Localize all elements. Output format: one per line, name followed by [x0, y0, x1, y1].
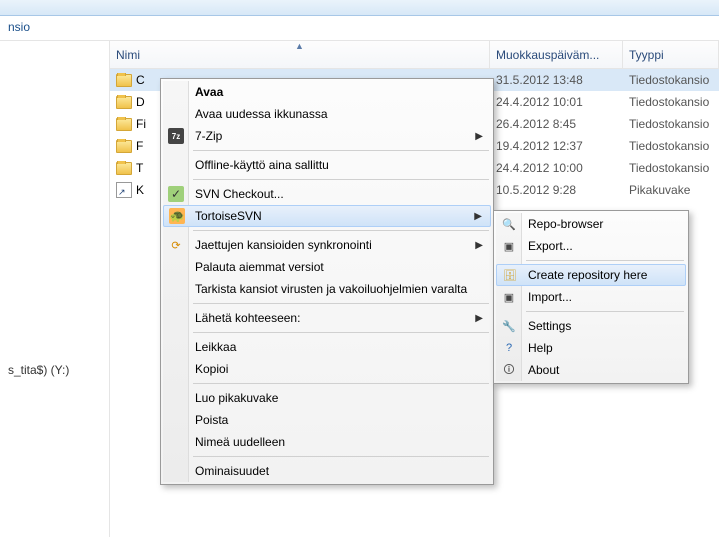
- menu-item-open-new-window[interactable]: Avaa uudessa ikkunassa: [163, 103, 491, 125]
- menu-item-tortoisesvn[interactable]: 🐢 TortoiseSVN ▶: [163, 205, 491, 227]
- help-icon: ?: [501, 340, 517, 356]
- sort-ascending-icon: ▲: [295, 41, 304, 51]
- navigation-sidebar: s_tita$) (Y:): [0, 41, 110, 537]
- folder-icon: [116, 140, 132, 153]
- svn-checkout-icon: ✓: [168, 186, 184, 202]
- about-icon: 🛈: [501, 362, 517, 378]
- breadcrumb[interactable]: nsio: [0, 16, 719, 40]
- column-header-modified[interactable]: Muokkauspäiväm...: [490, 41, 623, 68]
- file-name: D: [136, 95, 145, 109]
- submenu-arrow-icon: ▶: [475, 240, 483, 251]
- menu-item-help[interactable]: ? Help: [496, 337, 686, 359]
- menu-item-shared-sync[interactable]: ⟳ Jaettujen kansioiden synkronointi ▶: [163, 234, 491, 256]
- settings-icon: 🔧: [501, 318, 517, 334]
- submenu-arrow-icon: ▶: [475, 131, 483, 142]
- menu-separator: [193, 456, 489, 457]
- file-type: Pikakuvake: [623, 183, 719, 197]
- menu-item-virus-scan[interactable]: Tarkista kansiot virusten ja vakoiluohje…: [163, 278, 491, 300]
- file-name: K: [136, 183, 144, 197]
- tortoisesvn-submenu: 🔍 Repo-browser ▣ Export... 🗄 Create repo…: [493, 210, 689, 384]
- menu-item-about[interactable]: 🛈 About: [496, 359, 686, 381]
- menu-item-properties[interactable]: Ominaisuudet: [163, 460, 491, 482]
- file-modified: 10.5.2012 9:28: [490, 183, 623, 197]
- menu-item-create-shortcut[interactable]: Luo pikakuvake: [163, 387, 491, 409]
- file-name: C: [136, 73, 145, 87]
- file-name: Fi: [136, 117, 146, 131]
- folder-icon: [116, 96, 132, 109]
- file-modified: 31.5.2012 13:48: [490, 73, 623, 87]
- menu-item-import[interactable]: ▣ Import...: [496, 286, 686, 308]
- menu-item-7zip[interactable]: 7z 7-Zip ▶: [163, 125, 491, 147]
- import-icon: ▣: [501, 289, 517, 305]
- menu-item-repo-browser[interactable]: 🔍 Repo-browser: [496, 213, 686, 235]
- create-repo-icon: 🗄: [502, 267, 518, 283]
- submenu-arrow-icon: ▶: [475, 313, 483, 324]
- menu-separator: [193, 150, 489, 151]
- menu-separator: [193, 179, 489, 180]
- folder-icon: [116, 74, 132, 87]
- menu-separator: [193, 332, 489, 333]
- shortcut-icon: [116, 182, 132, 198]
- menu-item-export[interactable]: ▣ Export...: [496, 235, 686, 257]
- menu-item-offline[interactable]: Offline-käyttö aina sallittu: [163, 154, 491, 176]
- menu-item-open[interactable]: Avaa: [163, 81, 491, 103]
- menu-separator: [526, 311, 684, 312]
- repo-browser-icon: 🔍: [501, 216, 517, 232]
- menu-item-rename[interactable]: Nimeä uudelleen: [163, 431, 491, 453]
- window-titlebar: [0, 0, 719, 16]
- sync-icon: ⟳: [168, 237, 184, 253]
- menu-item-delete[interactable]: Poista: [163, 409, 491, 431]
- file-type: Tiedostokansio: [623, 73, 719, 87]
- file-modified: 19.4.2012 12:37: [490, 139, 623, 153]
- menu-item-create-repository[interactable]: 🗄 Create repository here: [496, 264, 686, 286]
- tortoisesvn-icon: 🐢: [169, 208, 185, 224]
- column-header-type[interactable]: Tyyppi: [623, 41, 719, 68]
- menu-separator: [526, 260, 684, 261]
- file-modified: 24.4.2012 10:00: [490, 161, 623, 175]
- menu-item-restore-previous[interactable]: Palauta aiemmat versiot: [163, 256, 491, 278]
- seven-zip-icon: 7z: [168, 128, 184, 144]
- menu-item-copy[interactable]: Kopioi: [163, 358, 491, 380]
- menu-item-send-to[interactable]: Lähetä kohteeseen: ▶: [163, 307, 491, 329]
- file-type: Tiedostokansio: [623, 95, 719, 109]
- file-name: T: [136, 161, 143, 175]
- file-type: Tiedostokansio: [623, 117, 719, 131]
- context-menu: Avaa Avaa uudessa ikkunassa 7z 7-Zip ▶ O…: [160, 78, 494, 485]
- folder-icon: [116, 118, 132, 131]
- menu-item-cut[interactable]: Leikkaa: [163, 336, 491, 358]
- column-header-name-label: Nimi: [116, 48, 140, 62]
- column-headers: ▲ Nimi Muokkauspäiväm... Tyyppi: [110, 41, 719, 69]
- file-type: Tiedostokansio: [623, 161, 719, 175]
- export-icon: ▣: [501, 238, 517, 254]
- menu-item-settings[interactable]: 🔧 Settings: [496, 315, 686, 337]
- file-name: F: [136, 139, 143, 153]
- file-type: Tiedostokansio: [623, 139, 719, 153]
- breadcrumb-segment[interactable]: nsio: [8, 20, 30, 34]
- menu-separator: [193, 230, 489, 231]
- file-modified: 26.4.2012 8:45: [490, 117, 623, 131]
- sidebar-item-drive[interactable]: s_tita$) (Y:): [4, 361, 109, 379]
- menu-separator: [193, 383, 489, 384]
- folder-icon: [116, 162, 132, 175]
- column-header-name[interactable]: ▲ Nimi: [110, 41, 490, 68]
- menu-separator: [193, 303, 489, 304]
- file-modified: 24.4.2012 10:01: [490, 95, 623, 109]
- menu-item-svn-checkout[interactable]: ✓ SVN Checkout...: [163, 183, 491, 205]
- submenu-arrow-icon: ▶: [474, 211, 482, 222]
